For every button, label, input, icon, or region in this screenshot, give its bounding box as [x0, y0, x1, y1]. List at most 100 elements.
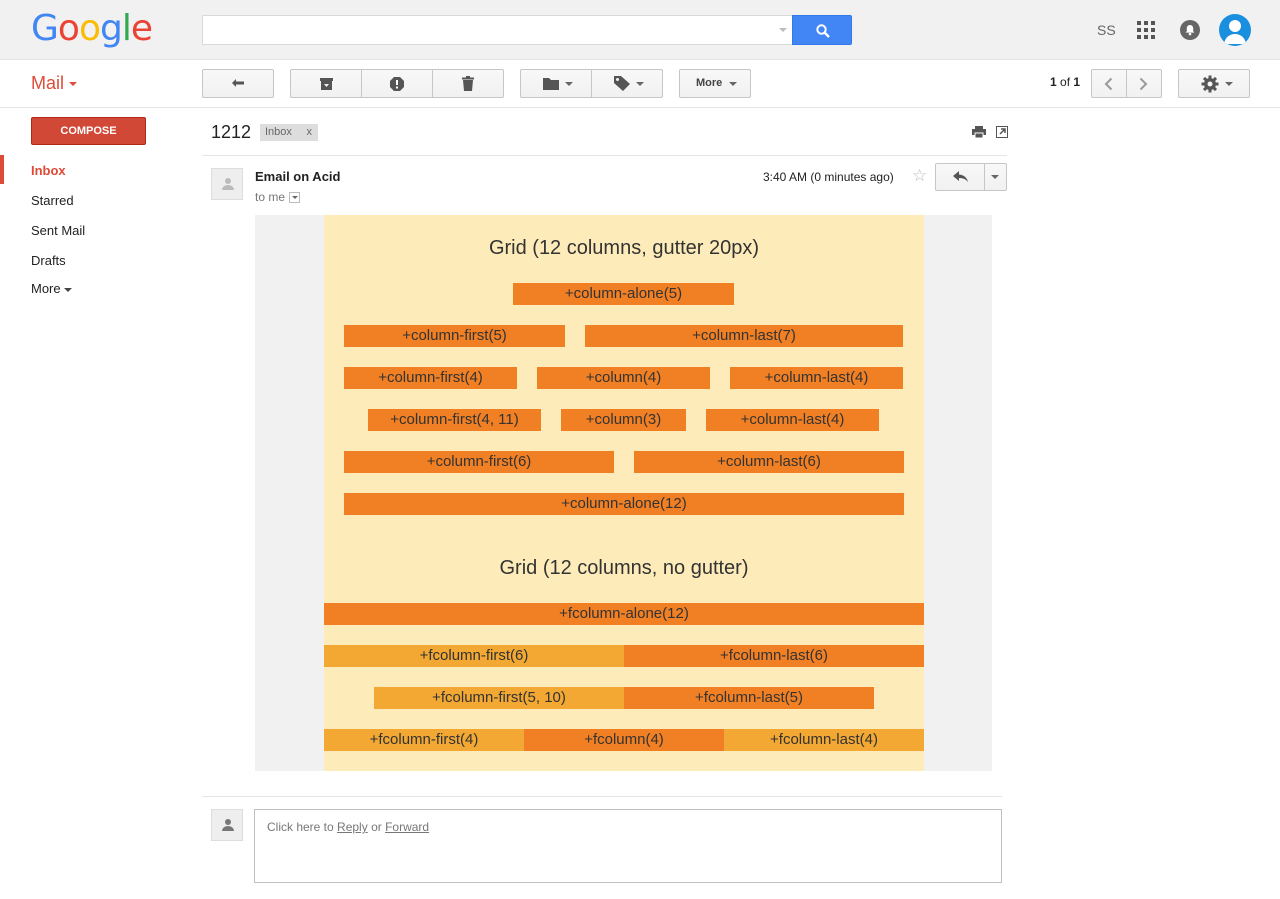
message-subject: 1212 [211, 122, 252, 142]
remove-label-icon[interactable]: x [307, 124, 313, 141]
logo-letter: G [31, 8, 59, 49]
label-badge-text: Inbox [265, 126, 292, 138]
grid-cell: +column-alone(12) [344, 493, 904, 515]
open-in-new-window-icon[interactable] [996, 126, 1008, 138]
sender-avatar [211, 168, 243, 200]
labels-button[interactable] [592, 70, 662, 97]
reply-divider [202, 796, 1002, 797]
logo-letter: o [57, 8, 80, 49]
grid-cell: +column-first(4) [344, 367, 517, 389]
grid-section-title: Grid (12 columns, no gutter) [499, 557, 749, 579]
grid-cell: +fcolumn(4) [524, 729, 724, 751]
chevron-right-icon [1139, 77, 1148, 91]
grid-cell: +column-alone(5) [513, 283, 734, 305]
chevron-down-icon [1225, 82, 1233, 86]
toolbar-divider [0, 107, 1280, 108]
gear-icon [1201, 75, 1219, 93]
reply-prompt: Click here to Reply or Forward [267, 820, 429, 834]
message-timestamp: 3:40 AM (0 minutes ago) [763, 170, 894, 184]
older-button[interactable] [1127, 70, 1161, 97]
archive-icon [320, 78, 333, 90]
search-input[interactable] [202, 15, 793, 45]
folder-icon [543, 78, 559, 90]
reply-button-group [935, 163, 1007, 191]
report-spam-button[interactable] [362, 70, 433, 97]
back-arrow-icon [232, 79, 244, 87]
notifications-bell-icon[interactable] [1180, 20, 1200, 40]
settings-button[interactable] [1178, 69, 1250, 98]
search-icon [816, 24, 830, 38]
my-avatar [211, 809, 243, 841]
grid-cell: +column(4) [537, 367, 710, 389]
app-switcher-label: Mail [31, 73, 65, 93]
logo-letter: o [78, 8, 101, 49]
recipient-info: to me [255, 190, 301, 204]
chevron-down-icon [565, 82, 573, 86]
grid-cell: +fcolumn-first(4) [324, 729, 524, 751]
grid-cell: +column-last(4) [706, 409, 879, 431]
grid-cell: +column(3) [561, 409, 686, 431]
pagination-buttons [1091, 69, 1162, 98]
logo-letter: e [130, 8, 153, 49]
sender-name[interactable]: Email on Acid [255, 169, 340, 184]
chevron-down-icon [636, 82, 644, 86]
label-badge[interactable]: Inbox x [260, 124, 318, 141]
grid-cell: +fcolumn-last(5) [624, 687, 874, 709]
page-total: 1 [1073, 75, 1081, 89]
trash-icon [462, 76, 474, 91]
grid-cell: +fcolumn-first(5, 10) [374, 687, 624, 709]
reply-prompt-or: or [371, 820, 382, 834]
chevron-down-icon [63, 287, 72, 292]
grid-cell: +fcolumn-last(4) [724, 729, 924, 751]
compose-button[interactable]: COMPOSE [31, 117, 146, 145]
apps-grid-icon[interactable] [1136, 20, 1156, 40]
report-spam-icon [390, 77, 404, 91]
pagination-count: 1 of 1 [1050, 75, 1080, 89]
delete-button[interactable] [433, 70, 503, 97]
chevron-left-icon [1104, 77, 1113, 91]
google-logo[interactable]: Google [31, 8, 153, 49]
chevron-down-icon [69, 82, 78, 87]
recipient-label: to me [255, 190, 286, 204]
sidebar-item-drafts[interactable]: Drafts [31, 253, 66, 268]
active-nav-indicator [0, 155, 4, 184]
newer-button[interactable] [1092, 70, 1127, 97]
more-actions-button[interactable]: More [679, 69, 751, 98]
sidebar-item-starred[interactable]: Starred [31, 193, 74, 208]
organize-button-group [520, 69, 663, 98]
sidebar-item-more[interactable]: More [31, 281, 72, 296]
sidebar-item-inbox[interactable]: Inbox [31, 163, 66, 178]
label-tag-icon [614, 76, 630, 91]
action-button-group [290, 69, 504, 98]
account-avatar[interactable] [1219, 14, 1251, 46]
search-button[interactable] [792, 15, 852, 45]
grid-cell: +fcolumn-first(6) [324, 645, 624, 667]
move-to-button[interactable] [521, 70, 592, 97]
person-icon [222, 819, 234, 831]
grid-cell: +fcolumn-alone(12) [324, 603, 924, 625]
reply-prompt-prefix: Click here to [267, 820, 334, 834]
show-details-icon[interactable] [289, 192, 301, 204]
grid-cell: +column-last(7) [585, 325, 903, 347]
forward-link[interactable]: Forward [385, 820, 429, 834]
more-reply-options-button[interactable] [985, 164, 1006, 190]
back-button[interactable] [202, 69, 274, 98]
print-icon[interactable] [972, 126, 986, 138]
reply-link[interactable]: Reply [337, 820, 368, 834]
reply-box[interactable]: Click here to Reply or Forward [254, 809, 1002, 883]
grid-section-title: Grid (12 columns, gutter 20px) [488, 237, 760, 259]
star-icon[interactable]: ☆ [912, 167, 927, 184]
grid-cell: +column-last(4) [730, 367, 903, 389]
reply-button[interactable] [936, 164, 984, 190]
grid-cell: +fcolumn-last(6) [624, 645, 924, 667]
app-switcher[interactable]: Mail [31, 73, 78, 94]
chevron-down-icon [991, 175, 999, 179]
archive-button[interactable] [291, 70, 362, 97]
reply-arrow-icon [953, 171, 968, 182]
user-initials[interactable]: SS [1097, 22, 1116, 38]
page-of: of [1060, 75, 1071, 89]
sidebar-item-sent-mail[interactable]: Sent Mail [31, 223, 85, 238]
search-options-icon[interactable] [779, 28, 787, 32]
person-icon [222, 178, 234, 190]
logo-letter: g [99, 8, 123, 49]
